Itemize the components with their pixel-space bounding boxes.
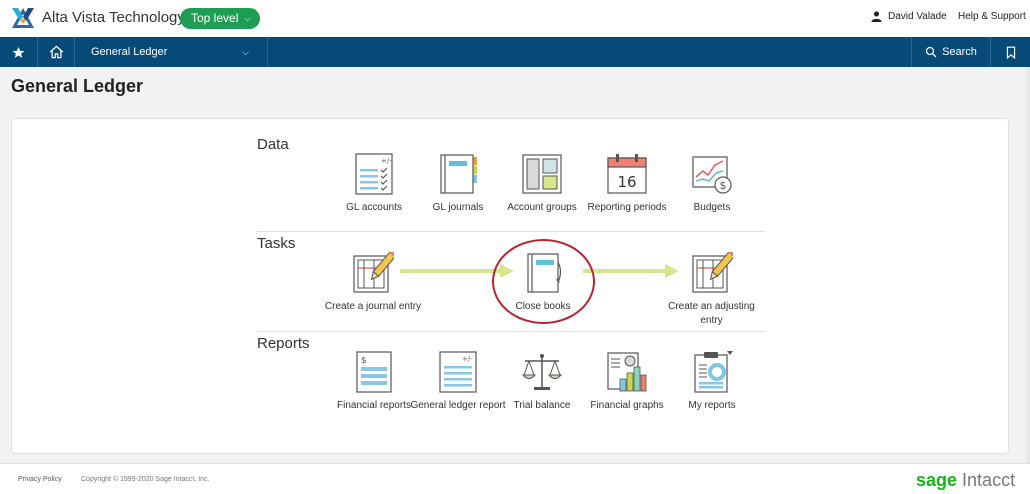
entity-label: Top level bbox=[191, 11, 239, 25]
tile-label: Create an adjusting entry bbox=[668, 301, 755, 326]
calendar-icon: 16 bbox=[607, 154, 647, 194]
graphs-icon bbox=[607, 352, 647, 392]
top-bar: Alta Vista Technology Top level ⌵ David … bbox=[0, 0, 1030, 37]
company-logo-icon[interactable] bbox=[10, 6, 36, 32]
clipboard-icon bbox=[694, 351, 733, 393]
search-icon bbox=[925, 46, 937, 58]
section-title-tasks: Tasks bbox=[257, 235, 296, 252]
svg-text:+/-: +/- bbox=[381, 157, 392, 165]
chevron-down-icon: ⌵ bbox=[244, 14, 251, 23]
page-title: General Ledger bbox=[11, 76, 144, 96]
help-support-link[interactable]: Help & Support bbox=[958, 11, 1026, 22]
search-button[interactable]: Search bbox=[911, 37, 991, 67]
tile-create-journal-entry[interactable]: Create a journal entry bbox=[323, 252, 423, 314]
copyright-text: Copyright © 1999-2020 Sage Intacct, Inc. bbox=[81, 476, 210, 483]
brand-logo: sage Intacct bbox=[916, 470, 1015, 491]
tile-label: Budgets bbox=[693, 202, 731, 213]
favorites-button[interactable] bbox=[0, 37, 38, 67]
budgets-icon: $ bbox=[692, 156, 732, 194]
gl-journals-icon bbox=[440, 154, 477, 194]
svg-text:$: $ bbox=[720, 179, 727, 192]
section-divider bbox=[257, 231, 765, 232]
tile-label: Create a journal entry bbox=[324, 301, 422, 312]
adjusting-entry-icon bbox=[691, 252, 733, 293]
home-icon bbox=[49, 45, 63, 59]
footer: Privacy Policy Copyright © 1999-2020 Sag… bbox=[0, 463, 1030, 494]
tile-close-books[interactable]: Close books bbox=[493, 252, 593, 314]
section-title-reports: Reports bbox=[257, 335, 310, 352]
chevron-down-icon: ⌵ bbox=[242, 46, 249, 57]
section-divider bbox=[257, 331, 765, 332]
financial-reports-icon: $ bbox=[356, 351, 392, 393]
module-selector[interactable]: General Ledger ⌵ bbox=[75, 37, 268, 67]
section-title-data: Data bbox=[257, 136, 289, 153]
brand-sage: sage bbox=[916, 470, 958, 490]
tile-label: Close books bbox=[515, 301, 571, 312]
star-icon bbox=[12, 46, 25, 58]
module-label: General Ledger bbox=[91, 46, 168, 58]
journal-entry-icon bbox=[353, 252, 394, 293]
nav-bar: General Ledger ⌵ Search bbox=[0, 37, 1030, 67]
entity-selector-button[interactable]: Top level ⌵ bbox=[180, 8, 261, 29]
scale-icon bbox=[521, 354, 563, 390]
svg-text:+/-: +/- bbox=[462, 355, 473, 363]
gl-accounts-icon: +/- bbox=[355, 153, 393, 195]
search-label: Search bbox=[942, 46, 977, 58]
tile-budgets[interactable]: $ Budgets bbox=[662, 153, 762, 215]
account-groups-icon bbox=[522, 154, 562, 194]
privacy-policy-link[interactable]: Privacy Policy bbox=[18, 476, 62, 483]
user-icon bbox=[871, 11, 882, 22]
tile-label: My reports bbox=[688, 400, 736, 411]
home-button[interactable] bbox=[38, 37, 75, 67]
page-scrollbar[interactable] bbox=[1026, 67, 1030, 463]
company-name[interactable]: Alta Vista Technology bbox=[42, 9, 185, 26]
tile-my-reports[interactable]: My reports bbox=[662, 351, 762, 413]
calendar-day: 16 bbox=[617, 173, 636, 191]
user-name: David Valade bbox=[888, 11, 947, 22]
bookmark-icon bbox=[1006, 46, 1015, 59]
close-books-icon bbox=[527, 253, 562, 293]
bookmark-button[interactable] bbox=[991, 37, 1030, 67]
brand-intacct: Intacct bbox=[962, 470, 1016, 490]
svg-text:$: $ bbox=[361, 356, 367, 366]
gl-report-icon: +/- bbox=[439, 351, 477, 393]
tile-create-adjusting-entry[interactable]: Create an adjusting entry bbox=[661, 252, 762, 328]
user-menu[interactable]: David Valade bbox=[871, 11, 947, 22]
